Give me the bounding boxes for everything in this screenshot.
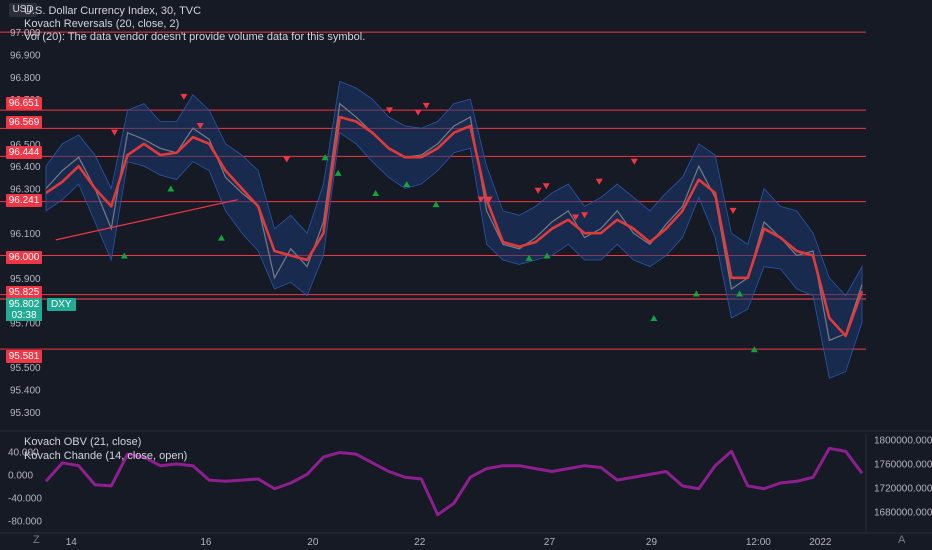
reversal-up-marker bbox=[372, 189, 380, 196]
legend-kovach-reversals[interactable]: Kovach Reversals (20, close, 2) bbox=[24, 18, 179, 30]
reversal-down-marker bbox=[414, 109, 422, 116]
time-tick-label: 16 bbox=[200, 537, 212, 548]
reversal-up-marker bbox=[650, 315, 658, 322]
price-tick-label: 95.400 bbox=[10, 386, 41, 397]
price-level-badge: 96.241 bbox=[6, 194, 42, 207]
price-tick-label: 96.400 bbox=[10, 162, 41, 173]
zoom-icon[interactable]: Z bbox=[33, 534, 40, 546]
reversal-down-marker bbox=[534, 187, 542, 194]
time-tick-label: 12:00 bbox=[746, 537, 771, 548]
time-tick-label: 14 bbox=[66, 537, 78, 548]
oscillator-left-tick: 0.000 bbox=[8, 470, 33, 481]
oscillator-left-tick: -40.000 bbox=[8, 493, 42, 504]
reversal-down-marker bbox=[729, 207, 737, 214]
oscillator-right-tick: 1680000.000 bbox=[874, 507, 932, 518]
price-level-badge: 96.569 bbox=[6, 116, 42, 129]
price-tick-label: 95.500 bbox=[10, 363, 41, 374]
price-level-badge: 96.651 bbox=[6, 97, 42, 110]
time-tick-label: 20 bbox=[307, 537, 319, 548]
reversal-down-marker bbox=[283, 156, 291, 163]
reversal-down-marker bbox=[595, 178, 603, 185]
oscillator-right-tick: 1720000.000 bbox=[874, 483, 932, 494]
oscillator-left-tick: -80.000 bbox=[8, 516, 42, 527]
chart-title: U.S. Dollar Currency Index, 30, TVC bbox=[24, 5, 202, 17]
reversal-down-marker bbox=[422, 102, 430, 109]
price-tick-label: 95.900 bbox=[10, 274, 41, 285]
trendline[interactable] bbox=[55, 199, 238, 241]
time-tick-label: 27 bbox=[544, 537, 556, 548]
reversal-up-marker bbox=[167, 185, 175, 192]
reversal-up-marker bbox=[217, 234, 225, 241]
price-level-badge: 96.000 bbox=[6, 251, 42, 264]
symbol-label: DXY bbox=[47, 298, 76, 311]
legend-kovach-chande[interactable]: Kovach Chande (14, close, open) bbox=[24, 450, 187, 462]
axis-ticks: 97.00096.90096.80096.70096.60096.50096.4… bbox=[10, 28, 832, 548]
price-tick-label: 96.900 bbox=[10, 51, 41, 62]
price-tick-label: 96.100 bbox=[10, 229, 41, 240]
bar-countdown: 03:38 bbox=[6, 310, 42, 321]
price-chart[interactable]: 97.00096.90096.80096.70096.60096.50096.4… bbox=[0, 0, 932, 550]
reversal-down-marker bbox=[542, 183, 550, 190]
oscillator-right-tick: 1760000.000 bbox=[874, 459, 932, 470]
price-level-badge: 96.444 bbox=[6, 146, 42, 159]
time-tick-label: 29 bbox=[646, 537, 658, 548]
time-tick-label: 2022 bbox=[809, 537, 832, 548]
price-level-badge: 95.581 bbox=[6, 350, 42, 363]
reversal-up-marker bbox=[334, 169, 342, 176]
price-tick-label: 95.300 bbox=[10, 408, 41, 419]
legend-volume[interactable]: Vol (20): The data vendor doesn't provid… bbox=[24, 31, 365, 43]
reversal-down-marker bbox=[180, 93, 188, 100]
reversal-down-marker bbox=[630, 158, 638, 165]
auto-scale-icon[interactable]: A bbox=[898, 534, 905, 546]
reversal-down-marker bbox=[111, 129, 119, 136]
trendline-group[interactable] bbox=[55, 199, 238, 241]
time-tick-label: 22 bbox=[414, 537, 426, 548]
reversal-up-marker bbox=[692, 290, 700, 297]
price-tick-label: 96.800 bbox=[10, 73, 41, 84]
legend-kovach-obv[interactable]: Kovach OBV (21, close) bbox=[24, 436, 141, 448]
oscillator-right-tick: 1800000.000 bbox=[874, 435, 932, 446]
